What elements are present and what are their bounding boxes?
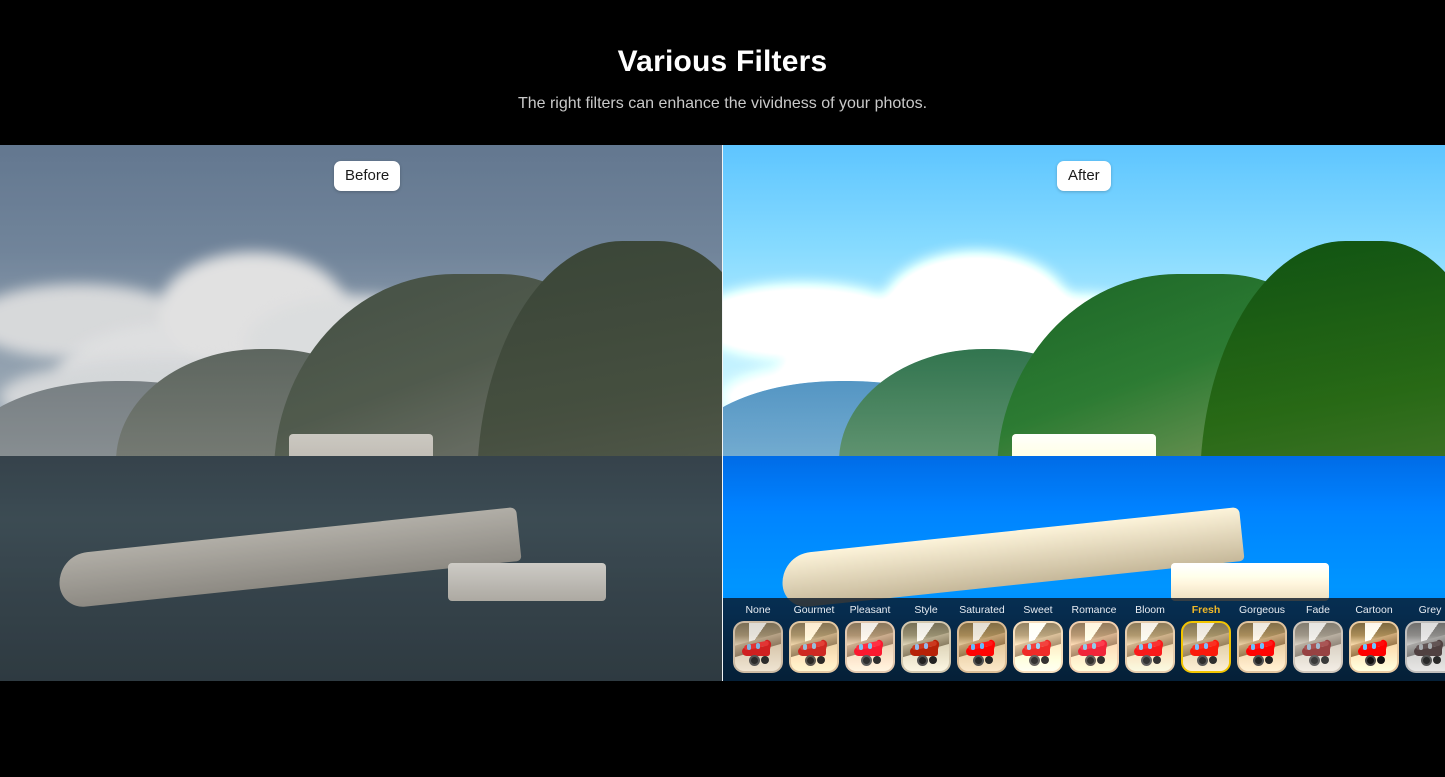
- filters-preview-page: Various Filters The right filters can en…: [0, 0, 1445, 777]
- thumb-plane-strut: [1428, 642, 1433, 649]
- thumb-plane-strut: [1204, 642, 1209, 649]
- filter-track[interactable]: None Gourmet Pleasant Style Saturated Sw…: [723, 598, 1445, 681]
- filter-thumbnail-selected[interactable]: [1181, 620, 1231, 673]
- thumb-plane-wheel: [1420, 655, 1432, 667]
- before-photo: [0, 145, 722, 681]
- filter-label: Fresh: [1191, 604, 1221, 616]
- thumb-plane-strut: [970, 643, 975, 650]
- thumb-plane-strut: [1026, 643, 1031, 650]
- thumb-plane-strut: [914, 643, 919, 650]
- page-subtitle: The right filters can enhance the vividn…: [517, 95, 928, 112]
- thumb-plane-wheel: [804, 655, 816, 667]
- filter-label: None: [745, 604, 771, 616]
- filter-item-romance[interactable]: Romance: [1069, 598, 1119, 673]
- filter-item-pleasant[interactable]: Pleasant: [845, 598, 895, 673]
- waterfront-buildings: [447, 563, 607, 601]
- thumb-plane-strut: [812, 642, 817, 649]
- filter-item-saturated[interactable]: Saturated: [957, 598, 1007, 673]
- filter-thumbnail[interactable]: [1237, 620, 1287, 673]
- filter-item-fresh[interactable]: Fresh: [1181, 598, 1231, 673]
- filter-thumbnail[interactable]: [1013, 620, 1063, 673]
- filter-thumbnail[interactable]: [1405, 620, 1445, 673]
- filter-strip[interactable]: None Gourmet Pleasant Style Saturated Sw…: [723, 598, 1445, 681]
- thumb-plane-strut: [1092, 642, 1097, 649]
- filter-thumbnail[interactable]: [845, 620, 895, 673]
- thumb-plane-strut: [1148, 642, 1153, 649]
- filter-label: Bloom: [1135, 604, 1165, 616]
- thumb-plane-wheel: [1252, 655, 1264, 667]
- filter-label: Style: [914, 604, 938, 616]
- thumb-plane-strut: [1036, 642, 1041, 649]
- thumb-plane-strut: [1194, 643, 1199, 650]
- filter-thumbnail[interactable]: [789, 620, 839, 673]
- filter-label: Sweet: [1023, 604, 1053, 616]
- thumb-plane-strut: [756, 642, 761, 649]
- filter-label: Romance: [1071, 604, 1117, 616]
- filter-label: Saturated: [959, 604, 1005, 616]
- thumb-plane-strut: [802, 643, 807, 650]
- thumb-plane-strut: [868, 642, 873, 649]
- thumb-plane-wheel: [1196, 655, 1208, 667]
- filter-item-bloom[interactable]: Bloom: [1125, 598, 1175, 673]
- thumb-plane-strut: [1418, 643, 1423, 650]
- thumb-plane-strut: [1316, 642, 1321, 649]
- filter-item-none[interactable]: None: [733, 598, 783, 673]
- thumb-plane-strut: [924, 642, 929, 649]
- thumb-plane-strut: [746, 643, 751, 650]
- thumb-plane-wheel: [972, 655, 984, 667]
- filter-label: Fade: [1306, 604, 1330, 616]
- thumb-plane-wheel: [1364, 655, 1376, 667]
- filter-thumbnail[interactable]: [733, 620, 783, 673]
- filter-item-grey[interactable]: Grey: [1405, 598, 1445, 673]
- filter-thumbnail[interactable]: [1125, 620, 1175, 673]
- thumb-plane-wheel: [1028, 655, 1040, 667]
- thumb-plane-wheel: [1140, 655, 1152, 667]
- thumb-plane-wheel: [916, 655, 928, 667]
- thumb-plane-strut: [980, 642, 985, 649]
- filter-item-cartoon[interactable]: Cartoon: [1349, 598, 1399, 673]
- page-title: Various Filters: [617, 45, 828, 78]
- filter-label: Gorgeous: [1238, 604, 1286, 616]
- thumb-plane-strut: [1082, 643, 1087, 650]
- thumb-plane-wheel: [860, 655, 872, 667]
- filter-thumbnail[interactable]: [1293, 620, 1343, 673]
- thumb-plane-strut: [1306, 643, 1311, 650]
- thumb-plane-strut: [1260, 642, 1265, 649]
- after-label-pill: After: [1057, 161, 1111, 191]
- thumb-plane-wheel: [748, 655, 760, 667]
- waterfront-buildings: [1170, 563, 1330, 601]
- filter-label: Cartoon: [1355, 604, 1393, 616]
- page-header: Various Filters The right filters can en…: [0, 0, 1445, 145]
- filter-thumbnail[interactable]: [1069, 620, 1119, 673]
- thumb-plane-strut: [1362, 643, 1367, 650]
- before-label-pill: Before: [334, 161, 401, 191]
- filter-label: Grey: [1418, 604, 1442, 616]
- filter-thumbnail[interactable]: [901, 620, 951, 673]
- thumb-plane-strut: [1372, 642, 1377, 649]
- filter-item-sweet[interactable]: Sweet: [1013, 598, 1063, 673]
- filter-thumbnail[interactable]: [957, 620, 1007, 673]
- thumb-plane-strut: [858, 643, 863, 650]
- filter-item-gorgeous[interactable]: Gorgeous: [1237, 598, 1287, 673]
- before-pane[interactable]: Before: [0, 145, 722, 681]
- thumb-plane-strut: [1250, 643, 1255, 650]
- thumb-plane-strut: [1138, 643, 1143, 650]
- filter-thumbnail[interactable]: [1349, 620, 1399, 673]
- filter-item-style[interactable]: Style: [901, 598, 951, 673]
- filter-item-fade[interactable]: Fade: [1293, 598, 1343, 673]
- thumb-plane-wheel: [1308, 655, 1320, 667]
- filter-label: Gourmet: [793, 604, 835, 616]
- thumb-plane-wheel: [1084, 655, 1096, 667]
- filter-label: Pleasant: [849, 604, 891, 616]
- filter-item-gourmet[interactable]: Gourmet: [789, 598, 839, 673]
